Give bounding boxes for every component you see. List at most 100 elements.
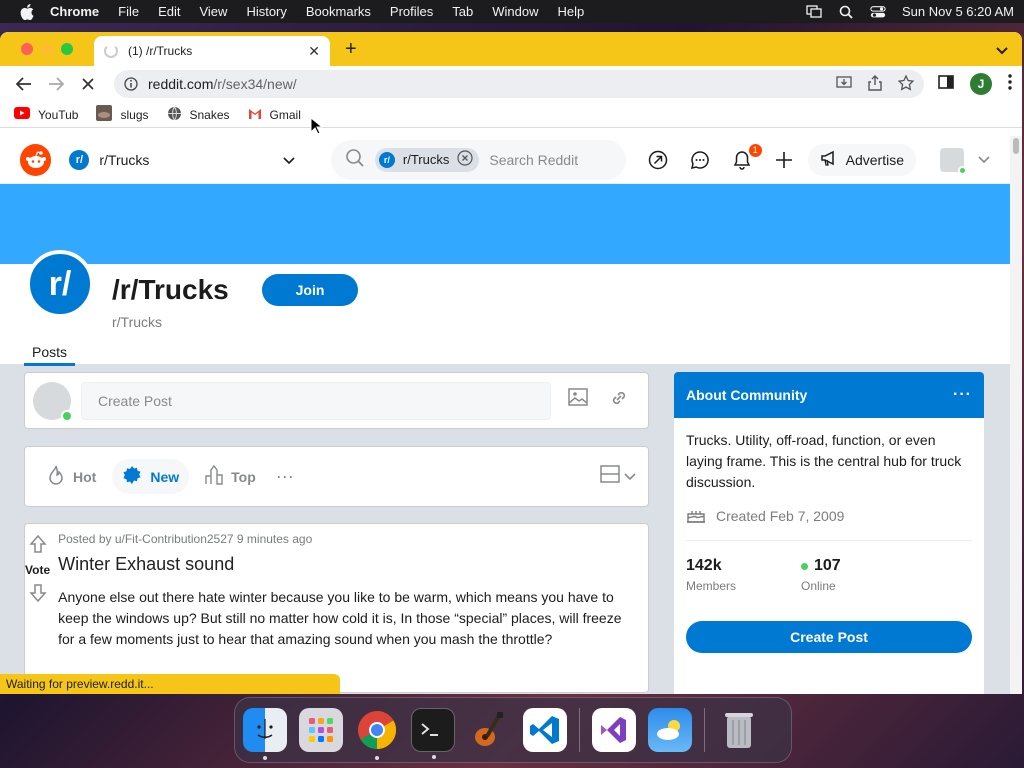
menu-help[interactable]: Help (558, 4, 585, 19)
globe-icon (167, 106, 182, 124)
menubar-clock[interactable]: Sun Nov 5 6:20 AM (902, 4, 1014, 19)
bookmark-gmail[interactable]: Gmail (248, 108, 301, 122)
flame-icon (47, 465, 65, 488)
gmail-icon (248, 108, 262, 122)
visual-studio-app-icon[interactable] (592, 708, 636, 752)
notification-count-badge: 1 (748, 143, 762, 157)
back-button[interactable] (10, 70, 38, 98)
bookmark-slugs[interactable]: slugs (96, 105, 149, 124)
zoom-window-button[interactable] (61, 43, 73, 55)
image-upload-icon[interactable] (568, 388, 588, 413)
bookmark-snakes[interactable]: Snakes (167, 106, 230, 124)
window-controls (21, 43, 73, 55)
reddit-search-bar[interactable]: r/ r/Trucks Search Reddit (330, 139, 626, 180)
popular-arrow-icon[interactable] (648, 150, 668, 170)
profile-avatar[interactable]: J (970, 73, 992, 95)
menu-app-name[interactable]: Chrome (50, 4, 99, 19)
user-menu[interactable] (939, 147, 990, 175)
online-label: Online (801, 579, 836, 593)
advertise-button[interactable]: Advertise (807, 143, 916, 176)
browser-window: (1) /r/Trucks ✕ + reddit.com/r/sex34/new… (0, 32, 1022, 694)
tab-search-chevron-icon[interactable] (996, 42, 1008, 60)
trash-icon[interactable] (717, 708, 761, 752)
scrollbar-thumb[interactable] (1013, 138, 1019, 154)
stop-loading-button[interactable] (74, 70, 102, 98)
share-icon[interactable] (868, 74, 882, 94)
clear-scope-icon[interactable] (457, 150, 473, 169)
downvote-arrow-icon[interactable] (28, 583, 48, 606)
menu-history[interactable]: History (246, 4, 286, 19)
apple-icon[interactable] (20, 3, 36, 20)
create-post-input[interactable]: Create Post (81, 381, 551, 420)
chrome-app-icon[interactable] (355, 708, 399, 760)
tab-posts[interactable]: Posts (24, 344, 76, 366)
spotlight-search-icon[interactable] (838, 5, 854, 19)
bookmark-label: slugs (120, 107, 149, 122)
new-tab-button[interactable]: + (345, 38, 357, 61)
garageband-app-icon[interactable] (467, 708, 511, 752)
more-sort-options-button[interactable]: ··· (276, 466, 294, 487)
community-selector[interactable]: r/ r/Trucks (69, 149, 295, 170)
create-plus-icon[interactable] (774, 150, 794, 170)
more-options-icon[interactable]: ··· (953, 386, 972, 404)
sort-new-button[interactable]: New (112, 459, 190, 494)
control-center-icon[interactable] (870, 5, 886, 19)
notifications-bell-icon[interactable]: 1 (732, 143, 762, 170)
menu-window[interactable]: Window (492, 4, 538, 19)
url-host: reddit.com (148, 76, 214, 92)
search-scope-chip[interactable]: r/ r/Trucks (374, 147, 480, 172)
page-scrollbar[interactable] (1010, 136, 1022, 694)
close-tab-icon[interactable]: ✕ (308, 43, 320, 60)
menu-profiles[interactable]: Profiles (390, 4, 433, 19)
about-community-header: About Community ··· (674, 372, 984, 418)
terminal-app-icon[interactable] (411, 708, 455, 759)
site-info-icon[interactable] (124, 77, 138, 91)
sort-new-label: New (150, 468, 180, 485)
dock-separator (704, 708, 705, 752)
reddit-logo-icon[interactable] (20, 143, 52, 176)
post-card[interactable]: Vote Posted by u/Fit-Contribution2527 9 … (24, 523, 649, 693)
close-window-button[interactable] (21, 43, 33, 55)
bookmark-label: Snakes (189, 107, 230, 122)
link-icon[interactable] (610, 388, 628, 413)
weather-app-icon[interactable] (648, 708, 692, 752)
online-stat: 107 Online (801, 557, 916, 593)
sidebar-create-post-button[interactable]: Create Post (686, 621, 972, 653)
join-button[interactable]: Join (262, 274, 358, 306)
bookmark-star-icon[interactable] (897, 73, 915, 94)
view-layout-toggle[interactable] (600, 465, 636, 488)
post-meta[interactable]: Posted by u/Fit-Contribution2527 9 minut… (58, 532, 640, 546)
community-name: r/Trucks (112, 314, 163, 330)
menu-bookmarks[interactable]: Bookmarks (306, 4, 371, 19)
sort-top-button[interactable]: Top (195, 459, 266, 494)
mouse-cursor-icon (310, 116, 324, 140)
menu-view[interactable]: View (199, 4, 227, 19)
launchpad-app-icon[interactable] (299, 708, 343, 752)
browser-tab-active[interactable]: (1) /r/Trucks ✕ (94, 36, 330, 66)
menu-edit[interactable]: Edit (158, 4, 180, 19)
minimize-window-button[interactable] (41, 43, 53, 55)
browser-toolbar: reddit.com/r/sex34/new/ J (0, 66, 1022, 102)
chat-icon[interactable] (690, 150, 710, 170)
user-avatar[interactable] (33, 381, 73, 422)
reddit-page: r/ r/Trucks r/ r/Trucks Search Reddit 1 … (0, 136, 1010, 694)
side-panel-icon[interactable] (938, 74, 954, 94)
post-title[interactable]: Winter Exhaust sound (58, 554, 640, 575)
sort-hot-button[interactable]: Hot (37, 459, 106, 494)
finder-app-icon[interactable] (243, 708, 287, 760)
forward-button[interactable] (42, 70, 70, 98)
chrome-menu-icon[interactable] (1008, 73, 1012, 95)
menu-file[interactable]: File (118, 4, 139, 19)
vscode-app-icon[interactable] (523, 708, 567, 752)
search-scope-label: r/Trucks (402, 152, 450, 167)
community-banner (0, 184, 1010, 264)
upvote-arrow-icon[interactable] (28, 534, 48, 557)
search-placeholder: Search Reddit (489, 151, 579, 168)
community-description: Trucks. Utility, off-road, function, or … (686, 432, 962, 490)
menu-tab[interactable]: Tab (452, 4, 473, 19)
bookmark-youtube[interactable]: YouTub (14, 107, 78, 122)
screen-mirror-icon[interactable] (806, 5, 822, 19)
sort-top-label: Top (231, 468, 256, 485)
address-bar[interactable]: reddit.com/r/sex34/new/ (114, 70, 924, 98)
install-app-icon[interactable] (836, 75, 852, 93)
